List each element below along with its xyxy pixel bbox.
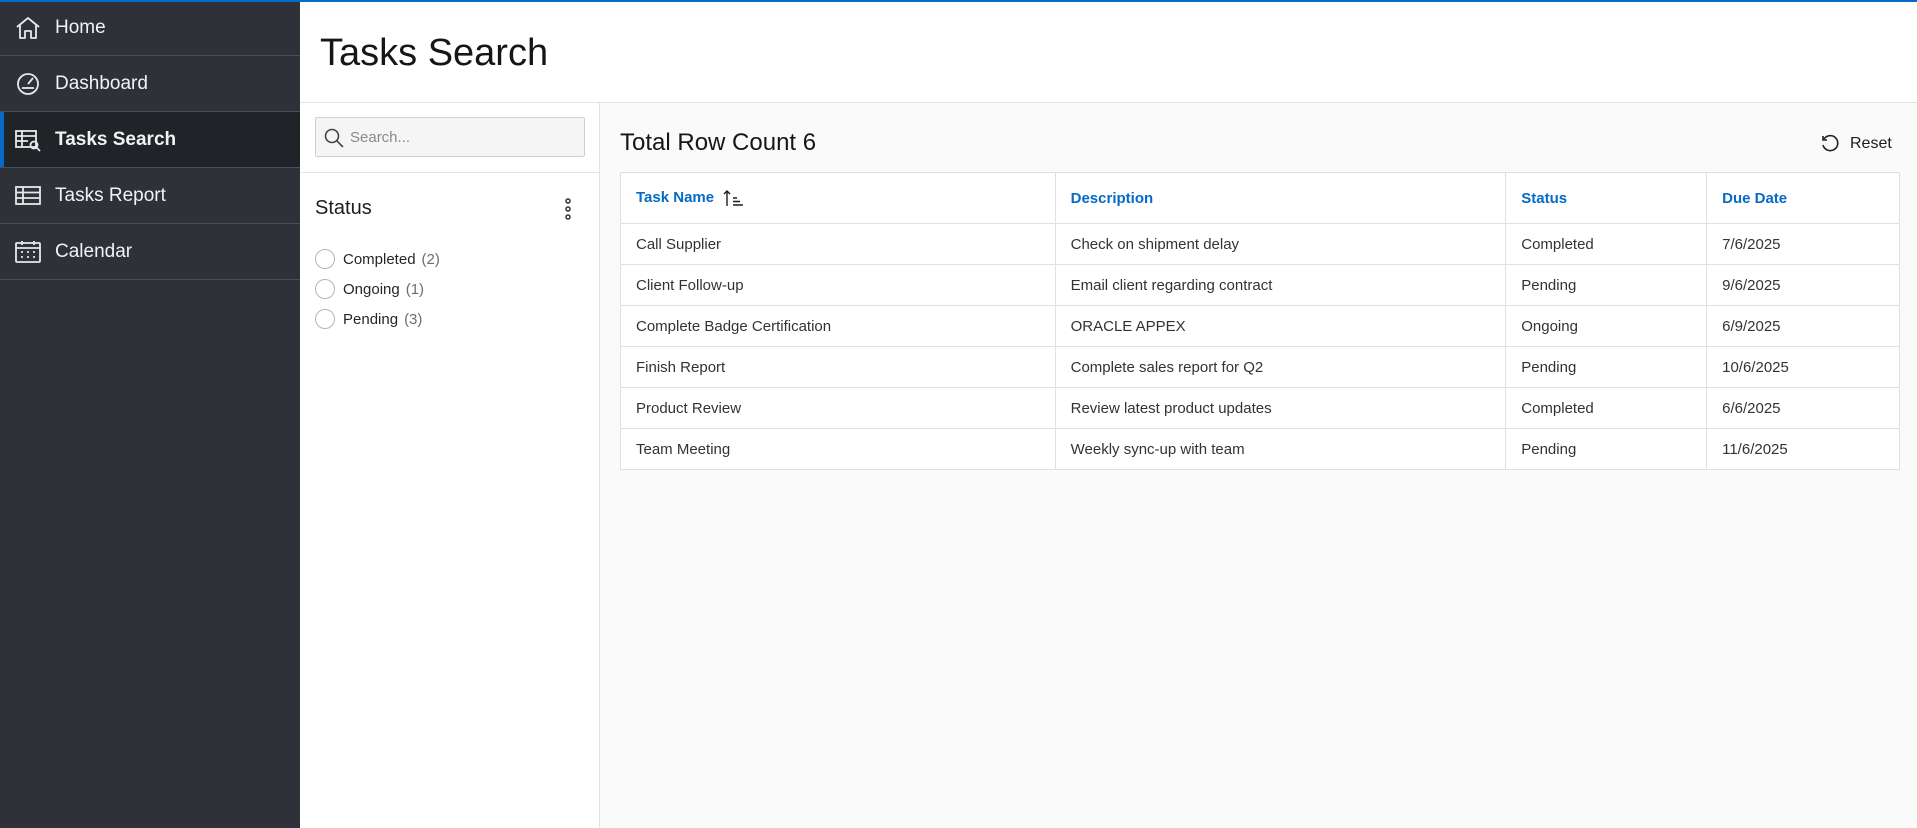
table-row[interactable]: Client Follow-up Email client regarding … [620, 264, 1900, 306]
table-row[interactable]: Call Supplier Check on shipment delay Co… [620, 223, 1900, 265]
cell-description: Review latest product updates [1055, 387, 1507, 429]
search-input[interactable] [350, 126, 570, 148]
app-root: Home Dashboard Tasks Search Tasks Report… [0, 0, 1917, 828]
sidebar-item-calendar[interactable]: Calendar [0, 224, 300, 280]
page-title: Tasks Search [320, 32, 549, 74]
cell-description: ORACLE APPEX [1055, 305, 1507, 347]
cell-status: Pending [1505, 264, 1708, 306]
cell-due-date: 11/6/2025 [1722, 440, 1788, 458]
cell-due-date: 10/6/2025 [1706, 346, 1900, 388]
column-header-description[interactable]: Description [1055, 172, 1507, 224]
table-row[interactable]: Finish Report Complete sales report for … [620, 346, 1900, 388]
tasks-table: Task Name Description Status Due Date Ca… [620, 172, 1900, 470]
facets-panel: Status Completed (2) Ongoing (1) Pending… [300, 103, 600, 828]
sidebar-item-dashboard[interactable]: Dashboard [0, 56, 300, 112]
cell-description: Email client regarding contract [1055, 264, 1507, 306]
cell-due-date: 6/6/2025 [1706, 387, 1900, 429]
sidebar-item-tasks-search[interactable]: Tasks Search [0, 112, 300, 168]
row-count-heading: Total Row Count 6 [620, 129, 817, 156]
cell-status: Completed [1505, 387, 1708, 429]
divider [300, 172, 600, 173]
column-header-label: Task Name [636, 188, 715, 206]
table-row[interactable]: Product Review Review latest product upd… [620, 387, 1900, 429]
table-row[interactable]: Complete Badge Certification ORACLE APPE… [620, 305, 1900, 347]
facet-option-count: (3) [404, 310, 423, 328]
cell-status: Completed [1505, 223, 1708, 265]
cell-due-date: 7/6/2025 [1706, 223, 1900, 265]
facet-option-label: Pending [343, 310, 399, 328]
dashboard-icon [14, 71, 42, 97]
table-row[interactable]: Team Meeting Weekly sync-up with team Pe… [620, 428, 1900, 470]
table-search-icon [14, 127, 42, 153]
facet-option-count: (2) [421, 250, 440, 268]
facet-option-pending[interactable]: Pending (3) [315, 304, 440, 334]
cell-task-name: Client Follow-up [620, 264, 1056, 306]
calendar-icon [14, 239, 42, 265]
page-header: Tasks Search [300, 0, 1917, 103]
status-facet-title: Status [315, 197, 372, 219]
sidebar-item-home[interactable]: Home [0, 0, 300, 56]
search-icon [324, 128, 344, 148]
cell-description: Weekly sync-up with team [1055, 428, 1507, 470]
sidebar-item-label: Calendar [55, 240, 133, 262]
cell-task-name: Product Review [620, 387, 1056, 429]
cell-task-name: Complete Badge Certification [620, 305, 1056, 347]
search-field[interactable] [315, 117, 585, 157]
reset-button[interactable]: Reset [1820, 131, 1892, 157]
sidebar-item-label: Tasks Search [55, 128, 177, 150]
cell-status: Ongoing [1505, 305, 1708, 347]
sidebar: Home Dashboard Tasks Search Tasks Report… [0, 0, 300, 828]
column-header-task-name[interactable]: Task Name [620, 172, 1056, 224]
facet-option-label: Completed [343, 250, 416, 268]
cell-description: Check on shipment delay [1055, 223, 1507, 265]
table-icon [14, 183, 42, 209]
cell-description: Complete sales report for Q2 [1055, 346, 1507, 388]
facet-option-label: Ongoing [343, 280, 400, 298]
sidebar-item-label: Tasks Report [55, 184, 166, 206]
column-header-due-date[interactable]: Due Date [1706, 172, 1900, 224]
radio-button[interactable] [315, 249, 335, 269]
cell-status: Pending [1505, 346, 1708, 388]
cell-task-name: Finish Report [620, 346, 1056, 388]
sidebar-item-label: Home [55, 16, 106, 38]
table-header-row: Task Name Description Status Due Date [620, 172, 1900, 224]
cell-due-date: 9/6/2025 [1706, 264, 1900, 306]
home-icon [14, 15, 42, 41]
facet-option-ongoing[interactable]: Ongoing (1) [315, 274, 440, 304]
cell-due-date: 6/9/2025 [1706, 305, 1900, 347]
reset-label: Reset [1850, 135, 1892, 152]
results-panel: Total Row Count 6 Reset Task Name Descri… [600, 103, 1917, 828]
cell-task-name: Call Supplier [620, 223, 1056, 265]
sidebar-item-label: Dashboard [55, 72, 148, 94]
facet-option-count: (1) [405, 280, 425, 298]
cell-status: Pending [1505, 428, 1708, 470]
status-facet-options: Completed (2) Ongoing (1) Pending (3) [315, 244, 440, 334]
cell-task-name: Team Meeting [620, 428, 1056, 470]
top-accent-bar [0, 0, 1917, 2]
sidebar-item-tasks-report[interactable]: Tasks Report [0, 168, 300, 224]
kebab-menu-icon[interactable] [558, 196, 578, 222]
reset-icon [1822, 134, 1839, 152]
column-header-status[interactable]: Status [1505, 172, 1708, 224]
sort-ascending-icon [722, 189, 744, 207]
facet-option-completed[interactable]: Completed (2) [315, 244, 440, 274]
radio-button[interactable] [315, 309, 335, 329]
radio-button[interactable] [315, 279, 335, 299]
